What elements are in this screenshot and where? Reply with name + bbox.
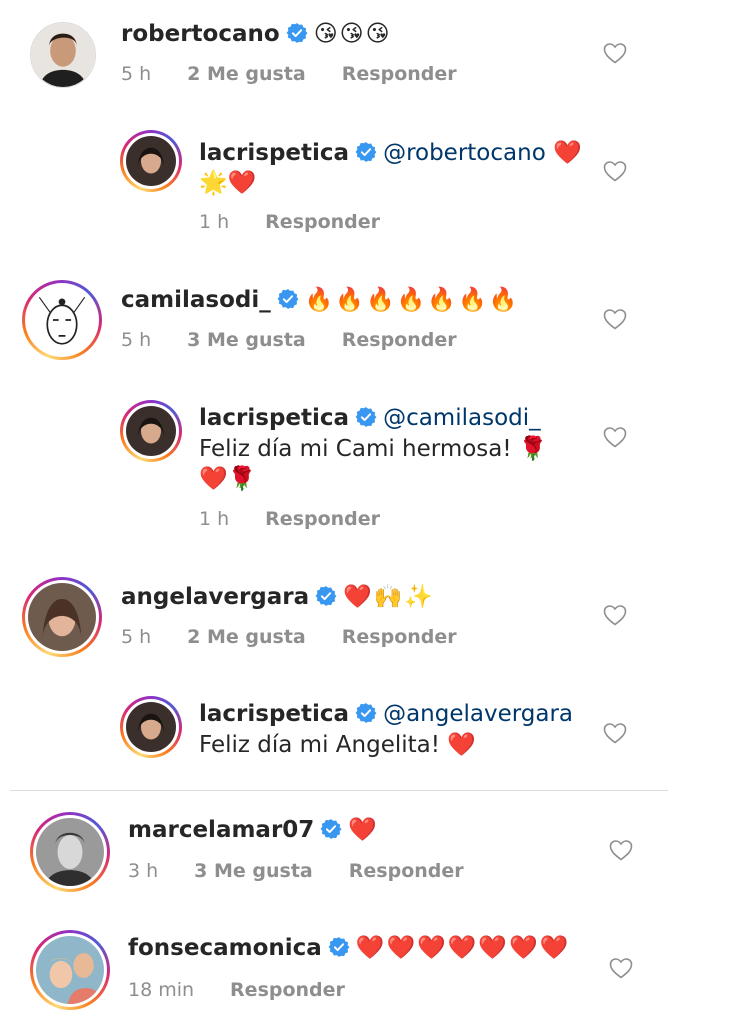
verified-badge-icon [277,288,299,310]
comment-line: lacrispetica @camilasodi_ [199,403,541,433]
likes-count[interactable]: 2 Me gusta [187,626,306,648]
timestamp: 18 min [128,979,195,1001]
mention-link[interactable]: @camilasodi_ [383,405,541,431]
verified-badge-icon [355,141,377,163]
comment-line: lacrispetica @angelavergara [199,699,573,729]
likes-count[interactable]: 3 Me gusta [187,329,306,351]
comment-text: ❤️ [553,140,584,166]
heart-outline-icon[interactable] [603,42,627,64]
comment-text: Feliz día mi Cami hermosa! 🌹 [199,436,548,462]
comment-meta: 1 h Responder [199,211,416,233]
avatar-photo [36,936,104,1004]
reply-button[interactable]: Responder [265,508,380,530]
timestamp: 5 h [121,626,152,648]
comment-meta: 3 h 3 Me gusta Responder [128,860,500,882]
comment-line: lacrispetica @robertocano ❤️ [199,138,584,168]
timestamp: 5 h [121,329,152,351]
avatar[interactable] [30,812,110,892]
avatar-photo [28,583,96,651]
comment-text-continued: ❤️🌹 [199,466,257,492]
reply-button[interactable]: Responder [342,626,457,648]
comment-meta: 5 h 3 Me gusta Responder [121,329,493,351]
avatar[interactable] [120,696,182,758]
avatar[interactable] [120,130,182,192]
username[interactable]: lacrispetica [199,701,349,727]
avatar-photo [31,23,95,87]
comment-text: 😘😘😘 [313,21,392,47]
comment-line: marcelamar07 ❤️ [128,815,379,845]
avatar[interactable] [22,280,102,360]
heart-outline-icon[interactable] [603,308,627,330]
verified-badge-icon [320,818,342,840]
username[interactable]: robertocano [121,21,280,47]
username[interactable]: marcelamar07 [128,817,314,843]
comment-text: ❤️❤️❤️❤️❤️❤️❤️ [355,935,571,961]
username[interactable]: lacrispetica [199,405,349,431]
comment-meta: 5 h 2 Me gusta Responder [121,63,493,85]
comment-meta: 18 min Responder [128,979,381,1001]
avatar[interactable] [120,400,182,462]
comment-text: ❤️🙌✨ [343,584,436,610]
timestamp: 1 h [199,508,230,530]
reply-button[interactable]: Responder [342,63,457,85]
avatar[interactable] [22,577,102,657]
verified-badge-icon [315,585,337,607]
avatar[interactable] [30,930,110,1010]
comment-meta: 1 h Responder [199,508,416,530]
comment-line: camilasodi_ 🔥🔥🔥🔥🔥🔥🔥 [121,285,519,315]
comment-line: robertocano 😘😘😘 [121,19,392,49]
divider [10,790,668,791]
verified-badge-icon [328,936,350,958]
likes-count[interactable]: 3 Me gusta [194,860,313,882]
mention-link[interactable]: @angelavergara [383,701,573,727]
heart-outline-icon[interactable] [603,426,627,448]
comment-text: 🔥🔥🔥🔥🔥🔥🔥 [304,287,520,313]
avatar[interactable] [30,22,96,88]
avatar-photo [126,406,176,456]
verified-badge-icon [355,702,377,724]
comment-line: fonsecamonica ❤️❤️❤️❤️❤️❤️❤️ [128,933,570,963]
heart-outline-icon[interactable] [609,957,633,979]
avatar-photo [126,136,176,186]
comment-line: angelavergara ❤️🙌✨ [121,582,435,612]
likes-count[interactable]: 2 Me gusta [187,63,306,85]
mention-link[interactable]: @robertocano [383,140,546,166]
avatar-photo [126,702,176,752]
heart-outline-icon[interactable] [603,160,627,182]
timestamp: 3 h [128,860,159,882]
reply-button[interactable]: Responder [230,979,345,1001]
verified-badge-icon [286,22,308,44]
heart-outline-icon[interactable] [603,604,627,626]
timestamp: 1 h [199,211,230,233]
comment-meta: 5 h 2 Me gusta Responder [121,626,493,648]
comment-text-continued: 🌟❤️ [199,170,257,196]
comment-text: Feliz día mi Angelita! ❤️ [199,732,476,758]
heart-outline-icon[interactable] [609,839,633,861]
avatar-photo [28,286,96,354]
reply-button[interactable]: Responder [265,211,380,233]
reply-button[interactable]: Responder [349,860,464,882]
reply-button[interactable]: Responder [342,329,457,351]
username[interactable]: fonsecamonica [128,935,322,961]
verified-badge-icon [355,406,377,428]
heart-outline-icon[interactable] [603,722,627,744]
comment-text: ❤️ [348,817,379,843]
username[interactable]: camilasodi_ [121,287,271,313]
avatar-photo [36,818,104,886]
username[interactable]: lacrispetica [199,140,349,166]
username[interactable]: angelavergara [121,584,309,610]
timestamp: 5 h [121,63,152,85]
